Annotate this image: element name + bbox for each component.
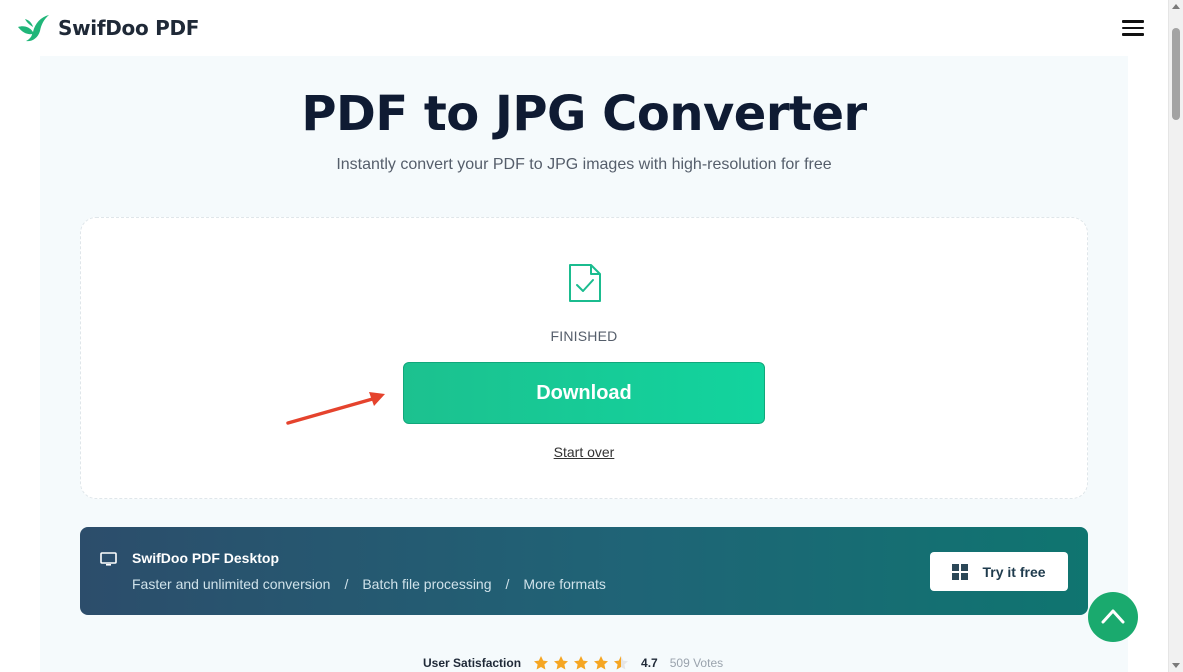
file-check-icon: [569, 264, 601, 302]
star-icon: [594, 656, 609, 670]
vertical-scrollbar[interactable]: [1168, 0, 1183, 672]
monitor-icon: [100, 552, 117, 566]
result-card: FINISHED Download Start over: [80, 217, 1088, 499]
promo-features: Faster and unlimited conversion / Batch …: [132, 576, 606, 592]
rating-label: User Satisfaction: [423, 656, 522, 670]
logo-text: SwifDoo PDF: [58, 16, 200, 40]
rating-votes: 509 Votes: [669, 656, 724, 670]
star-icon: [574, 656, 589, 670]
desktop-promo-banner: SwifDoo PDF Desktop Faster and unlimited…: [80, 527, 1088, 615]
start-over-link[interactable]: Start over: [81, 444, 1087, 460]
scroll-down-arrow-icon[interactable]: [1172, 663, 1180, 668]
conversion-status: FINISHED: [550, 328, 618, 344]
hamburger-menu-icon[interactable]: [1122, 20, 1144, 38]
star-icon: [534, 656, 549, 670]
converter-section: PDF to JPG Converter Instantly convert y…: [40, 56, 1128, 672]
site-header: SwifDoo PDF: [0, 0, 1168, 56]
user-rating: User Satisfaction 4.7 509 Votes: [423, 655, 723, 671]
chevron-up-icon: [1101, 609, 1125, 624]
rating-score: 4.7: [641, 656, 658, 670]
promo-feature: More formats: [523, 576, 606, 592]
page-subtitle: Instantly convert your PDF to JPG images…: [336, 156, 832, 173]
try-it-free-button[interactable]: Try it free: [930, 552, 1068, 591]
windows-icon: [952, 563, 969, 580]
annotation-arrow-icon: [286, 392, 385, 425]
feature-separator: /: [505, 576, 510, 592]
download-button[interactable]: Download: [403, 362, 765, 424]
feature-separator: /: [344, 576, 349, 592]
star-icon: [554, 656, 569, 670]
rating-stars: [533, 655, 629, 671]
promo-feature: Faster and unlimited conversion: [132, 576, 331, 592]
scroll-to-top-button[interactable]: [1088, 592, 1138, 642]
scroll-up-arrow-icon[interactable]: [1172, 4, 1180, 9]
swallow-logo-icon: [18, 15, 49, 42]
try-it-free-label: Try it free: [982, 563, 1046, 580]
promo-feature: Batch file processing: [362, 576, 492, 592]
half-star-icon: [614, 656, 629, 670]
scrollbar-thumb[interactable]: [1172, 28, 1180, 120]
site-logo[interactable]: SwifDoo PDF: [16, 13, 199, 43]
page-title: PDF to JPG Converter: [301, 86, 867, 142]
promo-title: SwifDoo PDF Desktop: [132, 550, 280, 566]
